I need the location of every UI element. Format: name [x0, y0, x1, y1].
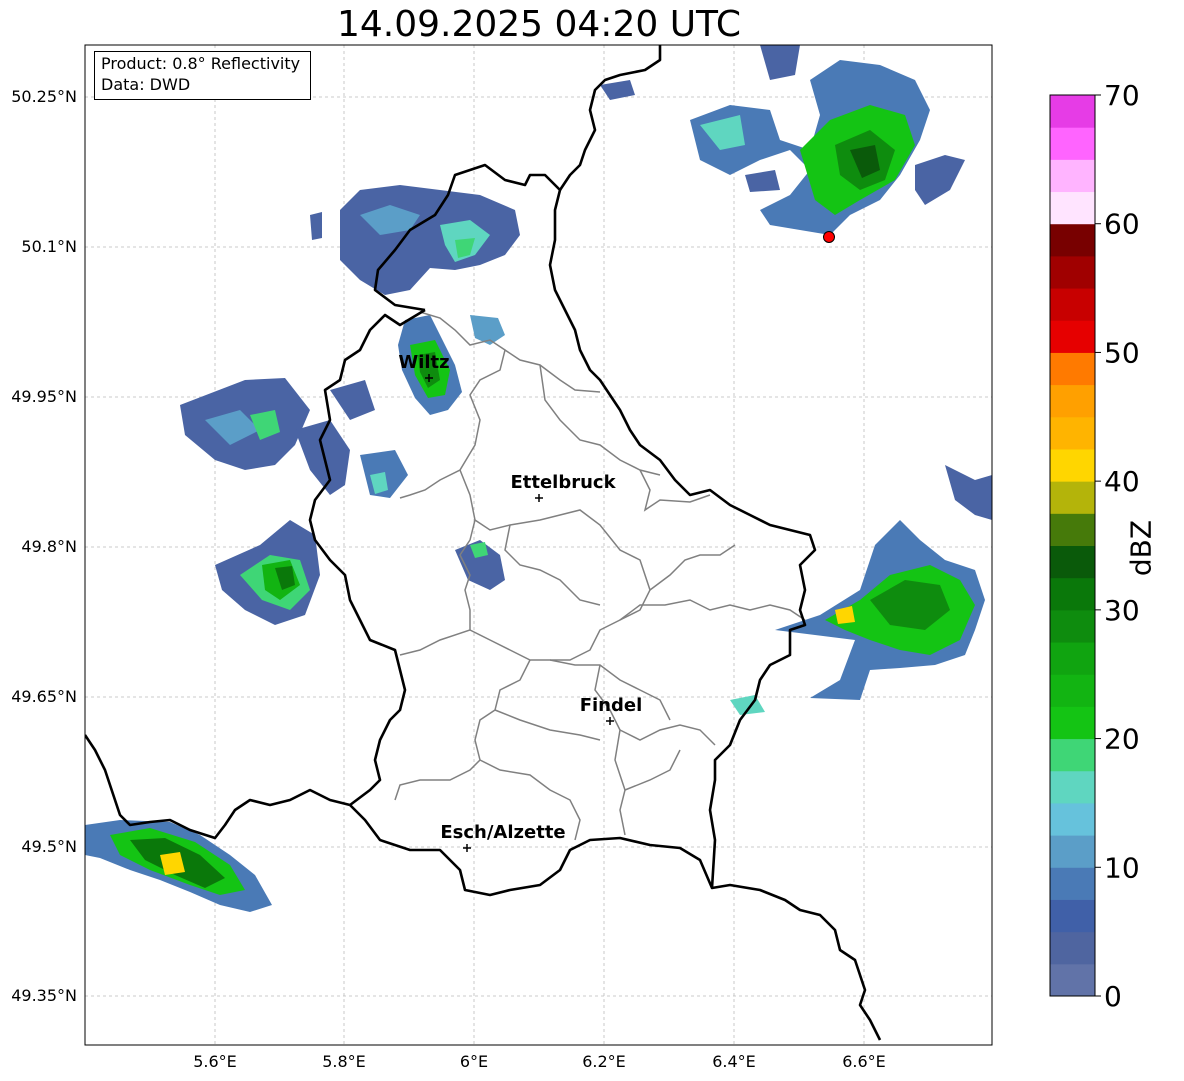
colorbar-segment	[1050, 577, 1095, 611]
colorbar-segment	[1050, 320, 1095, 353]
colorbar-tick-label: 20	[1104, 723, 1140, 756]
colorbar-tick-label: 10	[1104, 851, 1140, 884]
colorbar-tick-label: 70	[1104, 79, 1140, 112]
colorbar-segment	[1050, 642, 1095, 675]
colorbar-label: dBZ	[1124, 519, 1158, 577]
colorbar-tick-label: 0	[1104, 980, 1122, 1013]
colorbar-segment	[1050, 802, 1095, 836]
colorbar-segment	[1050, 448, 1095, 482]
colorbar: 0 10 20 30 40 50 60 70	[1049, 79, 1140, 1013]
colorbar-segment	[1050, 352, 1095, 386]
colorbar-tick-label: 30	[1104, 594, 1140, 627]
colorbar-segment	[1050, 384, 1095, 418]
colorbar-segment	[1050, 899, 1095, 933]
colorbar-segments	[1050, 95, 1095, 997]
colorbar-segment	[1050, 545, 1095, 579]
colorbar-segment	[1050, 738, 1095, 772]
colorbar-segment	[1050, 867, 1095, 900]
colorbar-segment	[1050, 770, 1095, 804]
colorbar-tick-label: 40	[1104, 465, 1140, 498]
colorbar-segment	[1050, 931, 1095, 965]
colorbar-segment	[1050, 95, 1095, 128]
colorbar-segment	[1050, 609, 1095, 643]
colorbar-segment	[1050, 127, 1095, 160]
colorbar-segment	[1050, 706, 1095, 740]
colorbar-segment	[1050, 963, 1095, 997]
colorbar-tick-label: 60	[1104, 208, 1140, 241]
colorbar-tick-label: 50	[1104, 336, 1140, 369]
colorbar-segment	[1050, 416, 1095, 450]
colorbar-segment	[1050, 223, 1095, 257]
colorbar-segment	[1050, 288, 1095, 321]
colorbar-segment	[1050, 159, 1095, 193]
colorbar-segment	[1050, 513, 1095, 546]
colorbar-segment	[1050, 191, 1095, 225]
colorbar-segment	[1050, 481, 1095, 514]
colorbar-segment	[1050, 674, 1095, 707]
colorbar-segment	[1050, 835, 1095, 868]
colorbar-segment	[1050, 255, 1095, 289]
